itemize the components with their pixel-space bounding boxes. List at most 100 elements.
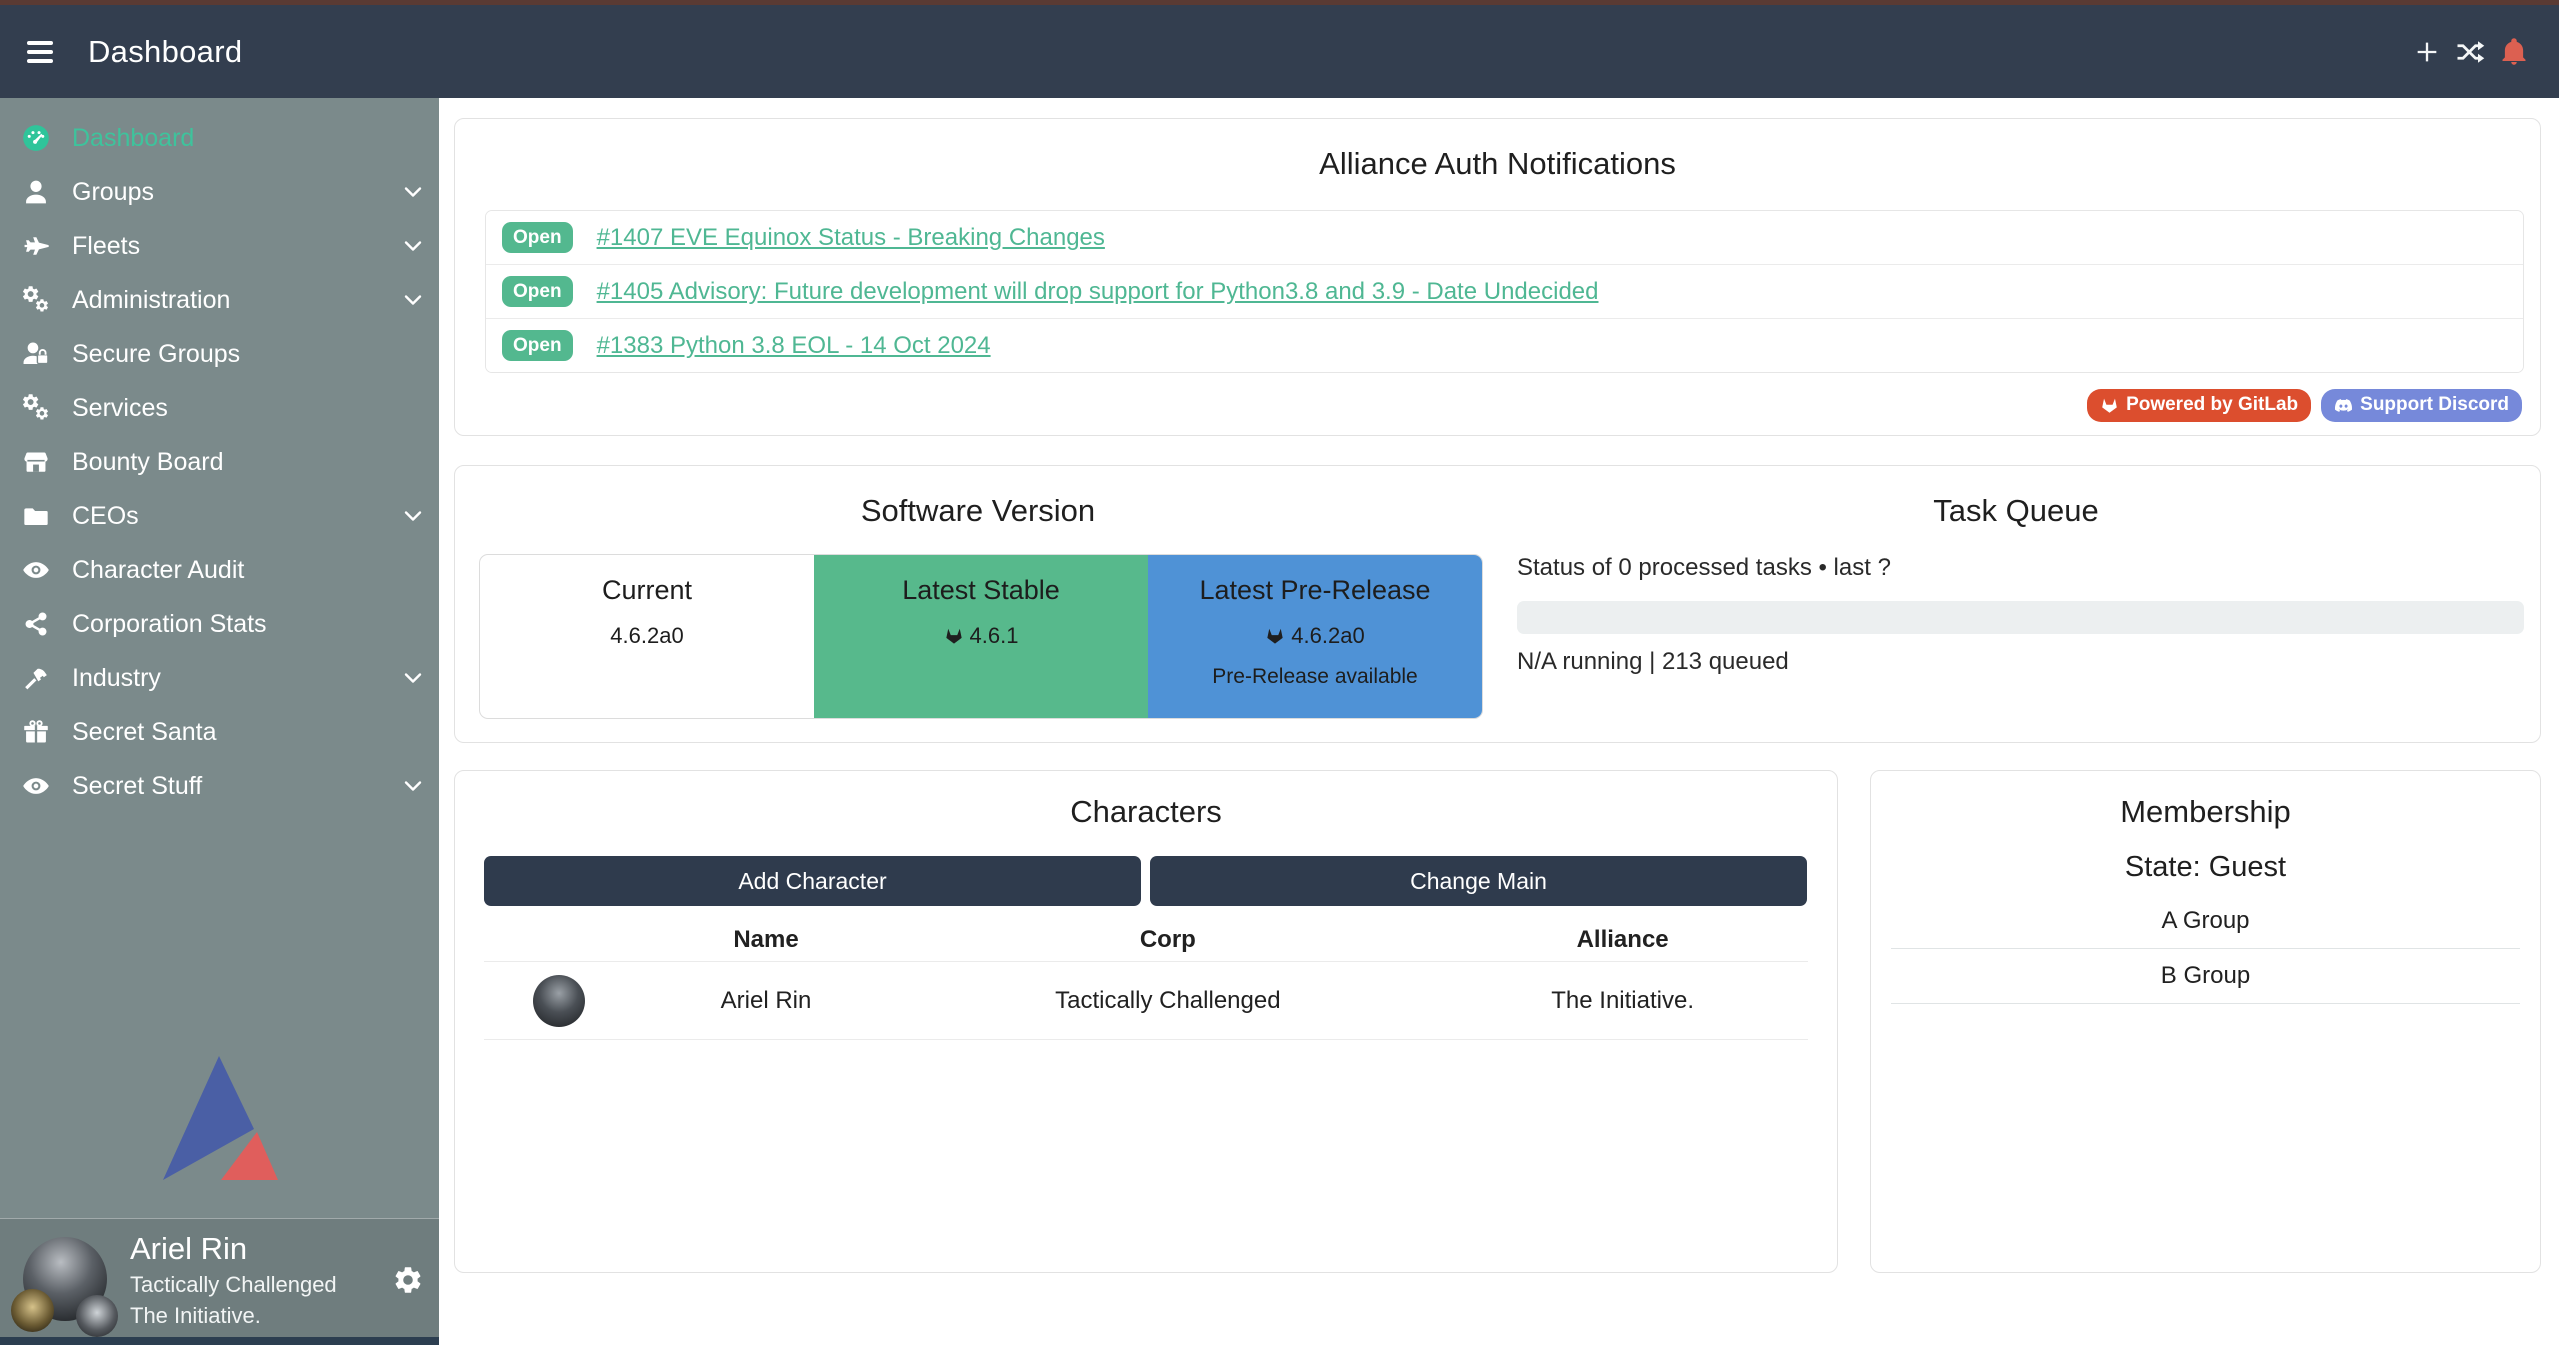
eye-icon	[22, 772, 50, 800]
status-badge: Open	[502, 222, 573, 253]
add-button[interactable]	[2413, 38, 2441, 66]
navbar-actions	[2413, 37, 2559, 67]
notification-link[interactable]: #1383 Python 3.8 EOL - 14 Oct 2024	[597, 332, 991, 360]
sidebar-item-label: Groups	[72, 178, 154, 207]
folder-icon	[22, 502, 50, 530]
membership-card: Membership State: Guest A Group B Group	[1870, 770, 2541, 1273]
membership-groups-list: A Group B Group	[1891, 894, 2520, 1004]
dashboard-gauge-icon	[22, 124, 50, 152]
sidebar-item-services[interactable]: Services	[0, 381, 439, 435]
sidebar-item-label: Fleets	[72, 232, 140, 261]
support-discord-badge[interactable]: Support Discord	[2321, 389, 2522, 422]
sidebar-item-secure-groups[interactable]: Secure Groups	[0, 327, 439, 381]
sidebar-footer-strip	[0, 1337, 439, 1345]
page-title: Dashboard	[88, 34, 242, 70]
chevron-down-icon	[401, 666, 425, 690]
menu-toggle-button[interactable]	[27, 41, 53, 63]
group-item: B Group	[1891, 949, 2520, 1004]
alliance-auth-logo	[158, 1053, 280, 1183]
add-character-button[interactable]: Add Character	[484, 856, 1141, 906]
sidebar-item-secret-santa[interactable]: Secret Santa	[0, 705, 439, 759]
gitlab-icon	[1265, 626, 1285, 646]
store-icon	[22, 448, 50, 476]
notifications-list: Open #1407 EVE Equinox Status - Breaking…	[485, 210, 2524, 373]
sidebar-item-label: Secret Stuff	[72, 772, 202, 801]
sidebar-item-groups[interactable]: Groups	[0, 165, 439, 219]
notification-row: Open #1383 Python 3.8 EOL - 14 Oct 2024	[486, 318, 2523, 372]
sidebar-item-label: Secret Santa	[72, 718, 217, 747]
sidebar-item-ceos[interactable]: CEOs	[0, 489, 439, 543]
shuffle-icon	[2455, 37, 2485, 67]
software-version-title: Software Version	[455, 493, 1501, 529]
sidebar-item-fleets[interactable]: Fleets	[0, 219, 439, 273]
stable-version-value: 4.6.1	[970, 623, 1019, 649]
shuffle-button[interactable]	[2455, 37, 2485, 67]
task-queue-summary: N/A running | 213 queued	[1517, 648, 1789, 676]
sidebar-item-label: Dashboard	[72, 124, 194, 153]
fighter-jet-icon	[22, 232, 50, 260]
sidebar-item-bounty-board[interactable]: Bounty Board	[0, 435, 439, 489]
user-settings-button[interactable]	[392, 1264, 424, 1296]
membership-state: State: Guest	[1871, 851, 2540, 884]
membership-title: Membership	[1871, 771, 2540, 830]
gitlab-badge-label: Powered by GitLab	[2126, 393, 2298, 418]
version-box: Current 4.6.2a0 Latest Stable 4.6.1 Late…	[479, 554, 1483, 719]
prerelease-version-value: 4.6.2a0	[1291, 623, 1364, 649]
prerelease-note: Pre-Release available	[1148, 665, 1482, 689]
notification-link[interactable]: #1407 EVE Equinox Status - Breaking Chan…	[597, 224, 1105, 252]
header-name: Name	[634, 926, 899, 954]
change-main-button[interactable]: Change Main	[1150, 856, 1807, 906]
version-stable-label: Latest Stable	[814, 575, 1148, 606]
characters-buttons: Add Character Change Main	[484, 856, 1807, 906]
discord-badge-label: Support Discord	[2360, 393, 2509, 418]
user-meta: Ariel Rin Tactically Challenged The Init…	[130, 1231, 337, 1329]
sidebar-item-character-audit[interactable]: Character Audit	[0, 543, 439, 597]
hamburger-bar	[27, 41, 53, 45]
sidebar-item-administration[interactable]: Administration	[0, 273, 439, 327]
eye-icon	[22, 556, 50, 584]
character-name: Ariel Rin	[634, 987, 899, 1015]
alliance-logo	[76, 1295, 118, 1337]
sidebar-menu: Dashboard Groups Fleets Administration	[0, 98, 439, 813]
group-item: A Group	[1891, 894, 2520, 949]
characters-table-header: Name Corp Alliance	[484, 919, 1808, 961]
notifications-card: Alliance Auth Notifications Open #1407 E…	[454, 118, 2541, 436]
current-version-value: 4.6.2a0	[610, 623, 683, 649]
hamburger-bar	[27, 59, 53, 63]
sidebar-item-label: Secure Groups	[72, 340, 240, 369]
user-corp: Tactically Challenged	[130, 1272, 337, 1298]
corp-logo	[11, 1289, 54, 1332]
sidebar-item-dashboard[interactable]: Dashboard	[0, 111, 439, 165]
sidebar-item-label: Corporation Stats	[72, 610, 267, 639]
character-alliance: The Initiative.	[1437, 987, 1808, 1015]
notification-link[interactable]: #1405 Advisory: Future development will …	[597, 278, 1599, 306]
powered-by-gitlab-badge[interactable]: Powered by GitLab	[2087, 389, 2311, 422]
notifications-title: Alliance Auth Notifications	[455, 119, 2540, 182]
gear-icon	[392, 1264, 424, 1296]
cogs-icon	[22, 286, 50, 314]
gitlab-icon	[944, 626, 964, 646]
task-queue-progressbar	[1517, 601, 2524, 634]
user-panel: Ariel Rin Tactically Challenged The Init…	[0, 1218, 439, 1338]
sidebar-item-corporation-stats[interactable]: Corporation Stats	[0, 597, 439, 651]
version-current-column: Current 4.6.2a0	[480, 555, 814, 718]
software-version-card: Software Version Task Queue Current 4.6.…	[454, 465, 2541, 743]
chevron-down-icon	[401, 180, 425, 204]
chevron-down-icon	[401, 774, 425, 798]
sidebar-item-industry[interactable]: Industry	[0, 651, 439, 705]
task-queue-title: Task Queue	[1501, 493, 2531, 529]
chevron-down-icon	[401, 234, 425, 258]
header-alliance: Alliance	[1437, 926, 1808, 954]
top-navbar: Dashboard	[0, 5, 2559, 98]
chevron-down-icon	[401, 288, 425, 312]
gitlab-icon	[2100, 396, 2119, 415]
header-corp: Corp	[898, 926, 1437, 954]
gifts-icon	[22, 718, 50, 746]
sidebar-item-secret-stuff[interactable]: Secret Stuff	[0, 759, 439, 813]
sidebar-item-label: CEOs	[72, 502, 139, 531]
chevron-down-icon	[401, 504, 425, 528]
characters-title: Characters	[455, 771, 1837, 830]
notifications-bell-button[interactable]	[2499, 37, 2529, 67]
notification-row: Open #1407 EVE Equinox Status - Breaking…	[486, 211, 2523, 264]
hamburger-bar	[27, 50, 53, 54]
